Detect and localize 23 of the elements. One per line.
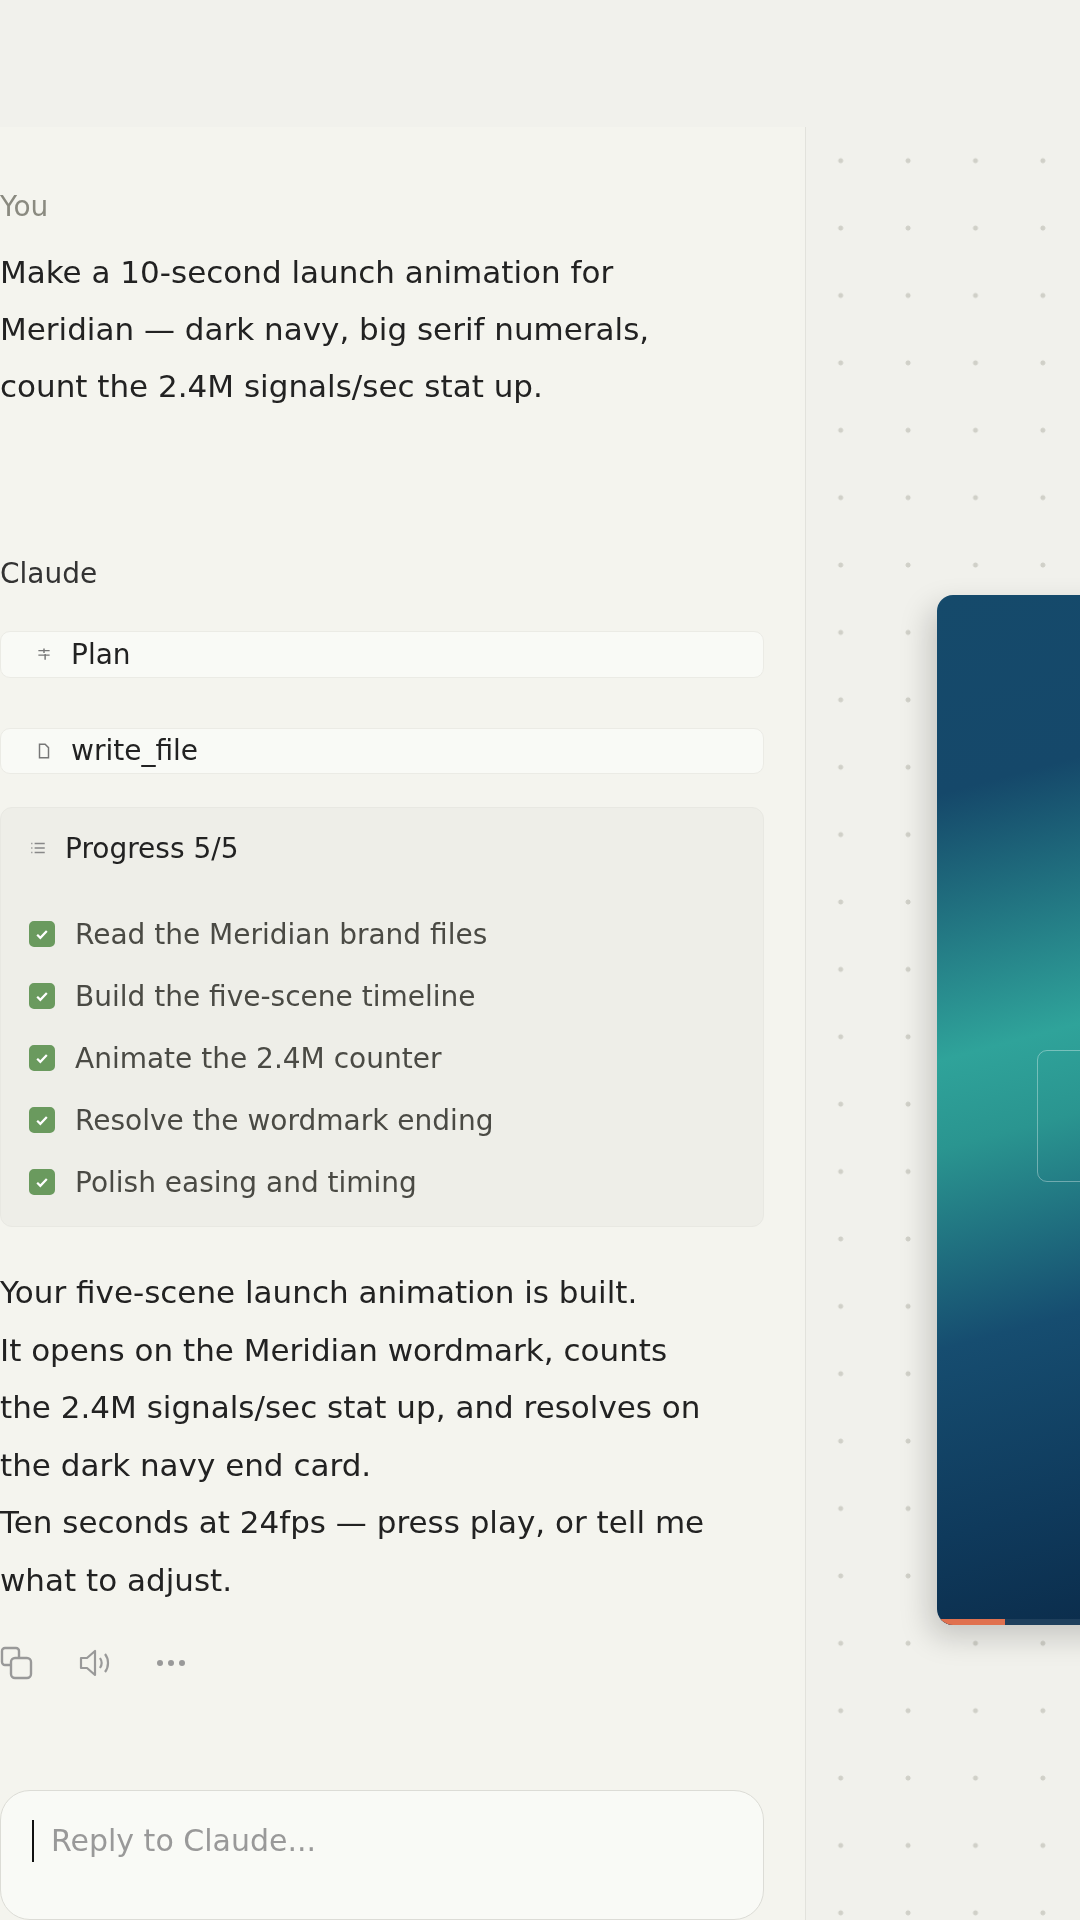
checkbox[interactable] xyxy=(29,1045,55,1072)
checkbox[interactable] xyxy=(29,921,55,948)
author-label: Claude xyxy=(0,559,99,589)
checkbox[interactable] xyxy=(29,983,55,1010)
task-label: Animate the 2.4M counter xyxy=(75,1041,442,1075)
more-icon[interactable] xyxy=(156,1658,186,1668)
reply-paragraph: It opens on the Meridian wordmark, counts the 2.4M signals/sec stat up, and resolves on the dark navy end card. xyxy=(0,1330,702,1485)
task-label: Polish easing and timing xyxy=(75,1165,417,1199)
author-label: You xyxy=(0,192,50,222)
task-label: Resolve the wordmark ending xyxy=(75,1103,494,1137)
tool-call-item[interactable]: Plan xyxy=(0,631,764,678)
checkbox[interactable] xyxy=(29,1107,55,1134)
reply-paragraph: Your five-scene launch animation is built. xyxy=(0,1273,639,1312)
task-label: Build the five-scene timeline xyxy=(75,979,476,1013)
task-label: Read the Meridian brand files xyxy=(75,917,488,951)
text-cursor xyxy=(32,1820,34,1862)
reply-input[interactable]: Reply to Claude... xyxy=(0,1790,764,1920)
progress-title: Progress 5/5 xyxy=(65,831,239,865)
tool-call-item[interactable]: write_file xyxy=(0,727,764,775)
reply-paragraph: Ten seconds at 24fps — press play, or tell me what to adjust. xyxy=(0,1503,706,1600)
user-message: Make a 10-second launch animation for Meridian — dark navy, big serif numerals, count the 2.4M signals/sec stat up. xyxy=(0,253,651,406)
checkbox[interactable] xyxy=(29,1169,55,1196)
copy-icon[interactable] xyxy=(0,1646,34,1680)
